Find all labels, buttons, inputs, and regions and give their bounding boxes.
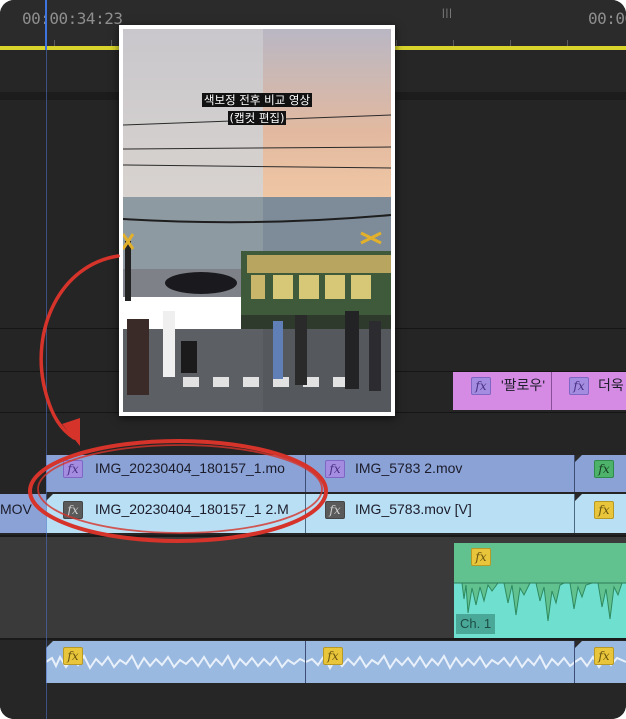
fx-badge[interactable]: fx: [325, 501, 345, 519]
video-clip-next-v1[interactable]: fx: [575, 494, 626, 533]
video-clip-prev-mov[interactable]: MOV: [0, 494, 46, 533]
video-clip-img-5783-2[interactable]: fx IMG_5783 2.mov: [306, 455, 575, 492]
clip-label: MOV: [0, 501, 32, 517]
ruler-grip-icon[interactable]: |||: [442, 8, 453, 19]
video-clip-next-v2[interactable]: fx: [575, 455, 626, 492]
fx-badge[interactable]: fx: [63, 647, 83, 665]
title-clip-more[interactable]: fx 더욱: [552, 372, 626, 410]
track-lane-gap: [0, 413, 626, 453]
clip-corner-marker: [575, 455, 582, 462]
clip-label: 더욱: [598, 377, 624, 393]
video-preview-thumbnail: 색보정 전후 비교 영상 (캡컷 편집): [119, 25, 395, 416]
fx-badge[interactable]: fx: [325, 460, 345, 478]
fx-badge[interactable]: fx: [594, 647, 614, 665]
audio-clip-a2-2[interactable]: fx: [306, 641, 575, 683]
fx-badge[interactable]: fx: [63, 460, 83, 478]
audio-waveform: [306, 654, 574, 671]
fx-badge[interactable]: fx: [471, 377, 491, 395]
fx-badge[interactable]: fx: [569, 377, 589, 395]
clip-label: IMG_5783 2.mov: [355, 460, 463, 476]
video-clip-img-180157-2[interactable]: fx IMG_20230404_180157_1 2.M: [46, 494, 306, 533]
preview-photo: 색보정 전후 비교 영상 (캡컷 편집): [123, 29, 391, 412]
clip-corner-marker: [46, 494, 53, 501]
caption-line-2: (캡컷 편집): [227, 111, 287, 125]
clip-label: IMG_20230404_180157_1 2.M: [95, 501, 289, 517]
playhead-marker[interactable]: [45, 0, 47, 50]
preview-photo-scene: [123, 29, 391, 412]
fx-badge[interactable]: fx: [594, 501, 614, 519]
ruler-timecode-right: 00:00: [588, 9, 626, 28]
fx-badge[interactable]: fx: [594, 460, 614, 478]
fx-badge[interactable]: fx: [63, 501, 83, 519]
clip-label: '팔로우': [501, 377, 545, 393]
audio-clip-a1[interactable]: fx Ch. 1: [454, 543, 626, 638]
channel-label: Ch. 1: [456, 614, 496, 634]
video-clip-img-180157[interactable]: fx IMG_20230404_180157_1.mo: [46, 455, 306, 492]
fx-badge[interactable]: fx: [471, 548, 491, 566]
clip-corner-marker: [575, 494, 582, 501]
caption-line-1: 색보정 전후 비교 영상: [201, 93, 313, 107]
clip-label: IMG_20230404_180157_1.mo: [95, 460, 285, 476]
audio-clip-a2-3[interactable]: fx: [575, 641, 626, 683]
audio-waveform: [46, 654, 305, 671]
premiere-timeline-panel: 00:00:34:23 00:00 ||| fx '팔로우' fx 더욱 fx …: [0, 0, 626, 719]
playhead-line[interactable]: [46, 50, 47, 719]
video-clip-img-5783[interactable]: fx IMG_5783.mov [V]: [306, 494, 575, 533]
current-timecode[interactable]: 00:00:34:23: [22, 9, 123, 28]
audio-clip-a2-1[interactable]: fx: [46, 641, 306, 683]
clip-label: IMG_5783.mov [V]: [355, 501, 472, 517]
title-clip-follow[interactable]: fx '팔로우': [453, 372, 552, 410]
preview-caption: 색보정 전후 비교 영상 (캡컷 편집): [123, 91, 391, 127]
fx-badge[interactable]: fx: [323, 647, 343, 665]
